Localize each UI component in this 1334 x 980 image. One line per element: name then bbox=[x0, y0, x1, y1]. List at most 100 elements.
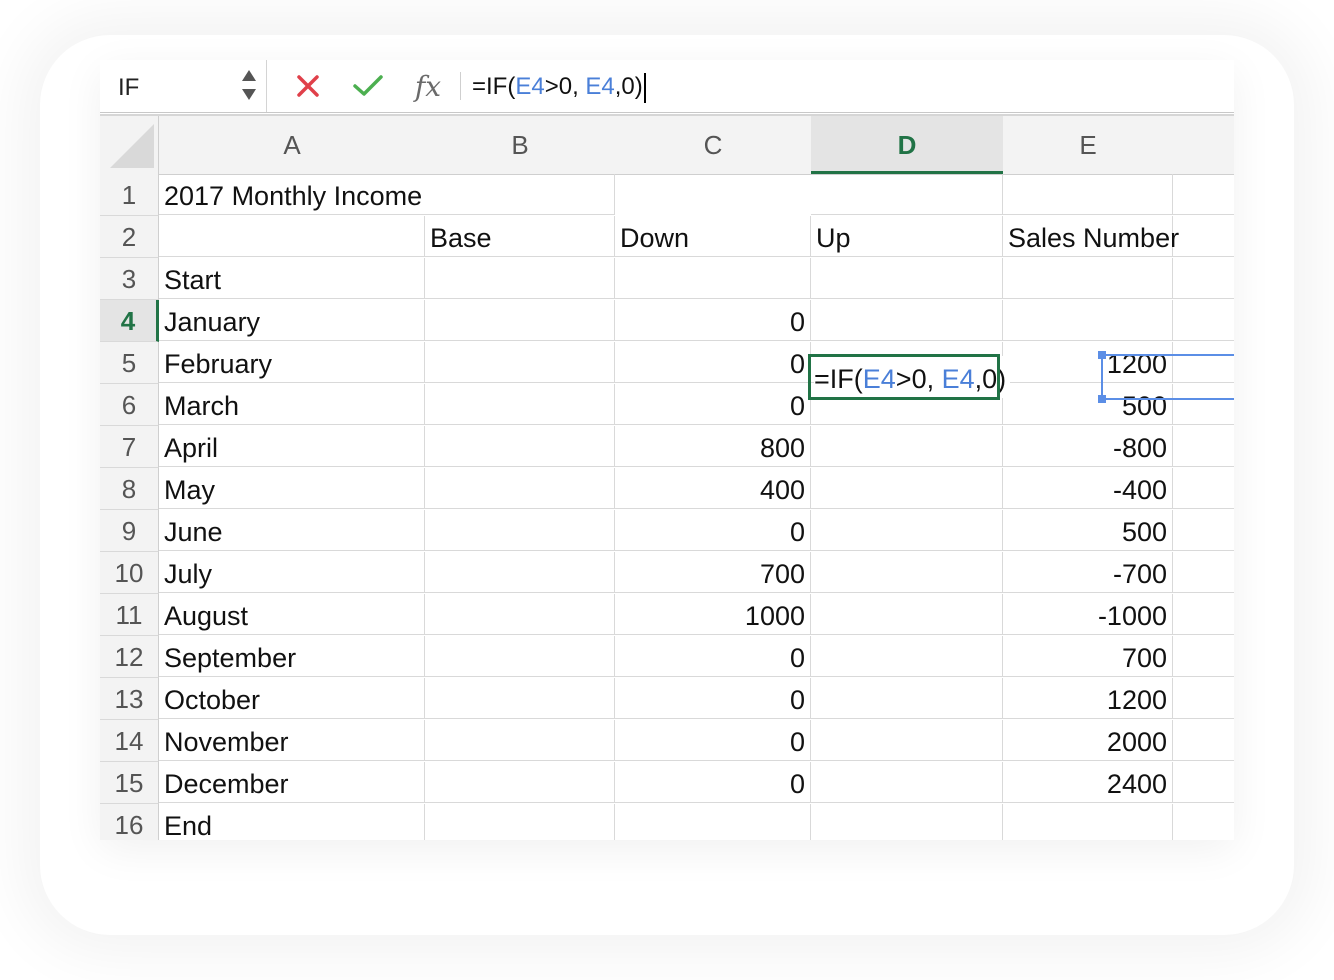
cell-b7[interactable] bbox=[425, 426, 615, 467]
row-header[interactable]: 3 bbox=[100, 258, 159, 300]
cell-c11[interactable]: 1000 bbox=[615, 594, 811, 635]
cell-b5[interactable] bbox=[425, 342, 615, 383]
cell-a10[interactable]: July bbox=[159, 552, 425, 593]
cell-f14[interactable] bbox=[1173, 720, 1234, 761]
cell-c12[interactable]: 0 bbox=[615, 636, 811, 677]
cell-a5[interactable]: February bbox=[159, 342, 425, 383]
row-header[interactable]: 16 bbox=[100, 804, 159, 840]
cell-c14[interactable]: 0 bbox=[615, 720, 811, 761]
cell-d4[interactable] bbox=[811, 300, 1003, 341]
cell-d3[interactable] bbox=[811, 258, 1003, 299]
cell-e9[interactable]: 500 bbox=[1003, 510, 1173, 551]
row-header[interactable]: 9 bbox=[100, 510, 159, 552]
cell-d15[interactable] bbox=[811, 762, 1003, 803]
cell-f8[interactable] bbox=[1173, 468, 1234, 509]
row-header[interactable]: 8 bbox=[100, 468, 159, 510]
column-header-c[interactable]: C bbox=[615, 116, 812, 174]
cell-e2[interactable]: Sales Number bbox=[1003, 216, 1179, 257]
cell-f13[interactable] bbox=[1173, 678, 1234, 719]
name-box[interactable]: IF bbox=[100, 60, 267, 112]
cell-a4[interactable]: January bbox=[159, 300, 425, 341]
cell-b11[interactable] bbox=[425, 594, 615, 635]
cell-b12[interactable] bbox=[425, 636, 615, 677]
accept-formula-button[interactable] bbox=[348, 68, 388, 104]
cell-d2[interactable]: Up bbox=[811, 216, 1003, 257]
cell-e10[interactable]: -700 bbox=[1003, 552, 1173, 593]
row-header[interactable]: 10 bbox=[100, 552, 159, 594]
cell-a9[interactable]: June bbox=[159, 510, 425, 551]
cell-b14[interactable] bbox=[425, 720, 615, 761]
cell-b13[interactable] bbox=[425, 678, 615, 719]
insert-function-button[interactable]: fx bbox=[408, 68, 448, 104]
cell-d14[interactable] bbox=[811, 720, 1003, 761]
cell-f9[interactable] bbox=[1173, 510, 1234, 551]
row-header[interactable]: 15 bbox=[100, 762, 159, 804]
column-header-f[interactable] bbox=[1173, 116, 1234, 174]
chevron-down-icon[interactable] bbox=[242, 89, 256, 100]
cell-a11[interactable]: August bbox=[159, 594, 425, 635]
cell-d16[interactable] bbox=[811, 804, 1003, 840]
cell-f5[interactable] bbox=[1173, 342, 1234, 383]
cell-b3[interactable] bbox=[425, 258, 615, 299]
select-all-button[interactable] bbox=[100, 116, 159, 174]
cell-f2[interactable] bbox=[1173, 216, 1234, 257]
cell-a12[interactable]: September bbox=[159, 636, 425, 677]
cell-d9[interactable] bbox=[811, 510, 1003, 551]
cell-b8[interactable] bbox=[425, 468, 615, 509]
row-header[interactable]: 6 bbox=[100, 384, 159, 426]
cell-b2[interactable]: Base bbox=[425, 216, 615, 257]
cancel-formula-button[interactable] bbox=[288, 68, 328, 104]
cell-e7[interactable]: -800 bbox=[1003, 426, 1173, 467]
cell-c16[interactable] bbox=[615, 804, 811, 840]
cell-d13[interactable] bbox=[811, 678, 1003, 719]
cell-f1[interactable] bbox=[1173, 174, 1234, 215]
cell-b4[interactable] bbox=[425, 300, 615, 341]
cell-e4[interactable] bbox=[1003, 300, 1173, 341]
cell-e11[interactable]: -1000 bbox=[1003, 594, 1173, 635]
cell-e8[interactable]: -400 bbox=[1003, 468, 1173, 509]
cell-e15[interactable]: 2400 bbox=[1003, 762, 1173, 803]
cell-c2[interactable]: Down bbox=[615, 216, 811, 257]
cell-f16[interactable] bbox=[1173, 804, 1234, 840]
chevron-up-icon[interactable] bbox=[242, 70, 256, 81]
row-header[interactable]: 11 bbox=[100, 594, 159, 636]
cell-c15[interactable]: 0 bbox=[615, 762, 811, 803]
cell-f12[interactable] bbox=[1173, 636, 1234, 677]
cell-a13[interactable]: October bbox=[159, 678, 425, 719]
cell-e12[interactable]: 700 bbox=[1003, 636, 1173, 677]
cell-e5[interactable]: 1200 bbox=[1003, 342, 1173, 383]
cell-f10[interactable] bbox=[1173, 552, 1234, 593]
cell-e16[interactable] bbox=[1003, 804, 1173, 840]
cell-f3[interactable] bbox=[1173, 258, 1234, 299]
cell-b15[interactable] bbox=[425, 762, 615, 803]
row-header[interactable]: 1 bbox=[100, 174, 159, 216]
cell-a7[interactable]: April bbox=[159, 426, 425, 467]
cell-f15[interactable] bbox=[1173, 762, 1234, 803]
row-header[interactable]: 14 bbox=[100, 720, 159, 762]
cell-d7[interactable] bbox=[811, 426, 1003, 467]
column-header-b[interactable]: B bbox=[425, 116, 616, 174]
row-header[interactable]: 2 bbox=[100, 216, 159, 258]
cell-c9[interactable]: 0 bbox=[615, 510, 811, 551]
cell-a8[interactable]: May bbox=[159, 468, 425, 509]
cell-c13[interactable]: 0 bbox=[615, 678, 811, 719]
cell-e6[interactable]: 500 bbox=[1003, 384, 1173, 425]
cell-c6[interactable]: 0 bbox=[615, 384, 811, 425]
cell-f4[interactable] bbox=[1173, 300, 1234, 341]
cell-c4[interactable]: 0 bbox=[615, 300, 811, 341]
row-header[interactable]: 4 bbox=[100, 300, 159, 342]
cell-d11[interactable] bbox=[811, 594, 1003, 635]
cell-a3[interactable]: Start bbox=[159, 258, 425, 299]
cell-c7[interactable]: 800 bbox=[615, 426, 811, 467]
cell-e1[interactable] bbox=[1003, 174, 1173, 215]
cell-f6[interactable] bbox=[1173, 384, 1234, 425]
cell-d12[interactable] bbox=[811, 636, 1003, 677]
cell-b6[interactable] bbox=[425, 384, 615, 425]
cell-a16[interactable]: End bbox=[159, 804, 425, 840]
name-box-stepper[interactable] bbox=[241, 68, 257, 104]
column-header-e[interactable]: E bbox=[1003, 116, 1174, 174]
cell-a1[interactable]: 2017 Monthly Income bbox=[159, 174, 615, 215]
column-header-a[interactable]: A bbox=[159, 116, 426, 174]
cell-e13[interactable]: 1200 bbox=[1003, 678, 1173, 719]
cell-e14[interactable]: 2000 bbox=[1003, 720, 1173, 761]
